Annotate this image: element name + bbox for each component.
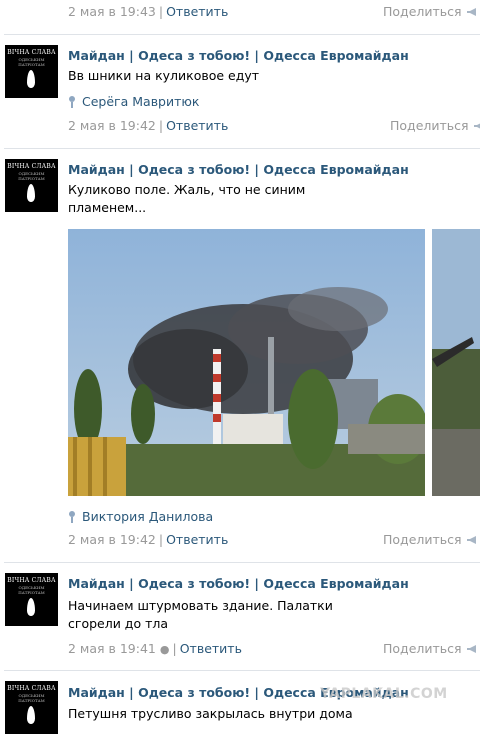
post-author[interactable]: Майдан | Одеса з тобою! | Одесса Евромай… [68, 48, 409, 63]
avatar[interactable]: ВІЧНА СЛАВА ОДЕСЬКИМ ПАТРІОТАМ [5, 159, 58, 212]
post-signer[interactable]: Виктория Данилова [68, 509, 213, 524]
candle-flame-icon [27, 184, 35, 202]
megaphone-icon [466, 644, 478, 654]
post-meta: 2 мая в 19:43|Ответить [68, 4, 228, 19]
avatar-subtext: ОДЕСЬКИМ ПАТРІОТАМ [5, 57, 58, 67]
share-button[interactable]: Поделиться3 [383, 4, 480, 19]
share-button[interactable]: Поделиться [390, 118, 480, 133]
post-author[interactable]: Майдан | Одеса з тобою! | Одесса Евромай… [68, 162, 409, 177]
post-text: Куликово поле. Жаль, что не синим пламен… [68, 181, 308, 217]
post-date[interactable]: 2 мая в 19:43 [68, 4, 156, 19]
user-icon [68, 511, 76, 522]
share-button[interactable]: Поделиться1 [383, 532, 480, 547]
watermark: YAPLAKAL.COM [320, 686, 448, 702]
user-icon [68, 96, 76, 107]
share-button[interactable]: Поделиться1 [383, 641, 480, 656]
avatar[interactable]: ВІЧНА СЛАВА ОДЕСЬКИМ ПАТРІОТАМ [5, 681, 58, 734]
post-date[interactable]: 2 мая в 19:41 [68, 641, 156, 656]
avatar-subtext: ОДЕСЬКИМ ПАТРІОТАМ [5, 171, 58, 181]
post-divider [4, 34, 480, 35]
smoke-photo-image [68, 229, 425, 496]
post-divider [4, 148, 480, 149]
post-photo-second[interactable] [432, 229, 480, 496]
avatar-text: ВІЧНА СЛАВА [5, 49, 58, 56]
avatar[interactable]: ВІЧНА СЛАВА ОДЕСЬКИМ ПАТРІОТАМ [5, 573, 58, 626]
reply-link[interactable]: Ответить [166, 532, 228, 547]
reply-link[interactable]: Ответить [166, 118, 228, 133]
post-meta: 2 мая в 19:42|Ответить [68, 118, 228, 133]
candle-flame-icon [27, 70, 35, 88]
reply-link[interactable]: Ответить [166, 4, 228, 19]
signer-name[interactable]: Серёга Мавритюк [82, 94, 199, 109]
megaphone-icon [466, 535, 478, 545]
avatar-subtext: ОДЕСЬКИМ ПАТРІОТАМ [5, 693, 58, 703]
post-date[interactable]: 2 мая в 19:42 [68, 118, 156, 133]
post-meta: 2 мая в 19:42|Ответить [68, 532, 228, 547]
megaphone-icon [473, 121, 480, 131]
apple-icon: ● [160, 643, 170, 656]
megaphone-icon [466, 7, 478, 17]
post-photo-smoke[interactable] [68, 229, 425, 496]
candle-flame-icon [27, 598, 35, 616]
post-text: Вв шники на куликовое едут [68, 67, 368, 85]
share-label: Поделиться [383, 641, 462, 656]
post-text: Начинаем штурмовать здание. Палатки сгор… [68, 597, 358, 633]
second-photo-image [432, 229, 480, 496]
share-label: Поделиться [383, 4, 462, 19]
candle-flame-icon [27, 706, 35, 724]
avatar-text: ВІЧНА СЛАВА [5, 163, 58, 170]
post-divider [4, 562, 480, 563]
share-label: Поделиться [390, 118, 469, 133]
avatar[interactable]: ВІЧНА СЛАВА ОДЕСЬКИМ ПАТРІОТАМ [5, 45, 58, 98]
post-author[interactable]: Майдан | Одеса з тобою! | Одесса Евромай… [68, 576, 409, 591]
avatar-subtext: ОДЕСЬКИМ ПАТРІОТАМ [5, 585, 58, 595]
avatar-text: ВІЧНА СЛАВА [5, 577, 58, 584]
post-meta: 2 мая в 19:41●|Ответить [68, 641, 242, 656]
avatar-text: ВІЧНА СЛАВА [5, 685, 58, 692]
signer-name[interactable]: Виктория Данилова [82, 509, 213, 524]
share-label: Поделиться [383, 532, 462, 547]
post-signer[interactable]: Серёга Мавритюк [68, 94, 199, 109]
post-date[interactable]: 2 мая в 19:42 [68, 532, 156, 547]
post-divider [4, 670, 480, 671]
reply-link[interactable]: Ответить [180, 641, 242, 656]
post-text: Петушня трусливо закрылась внутри дома [68, 705, 368, 723]
